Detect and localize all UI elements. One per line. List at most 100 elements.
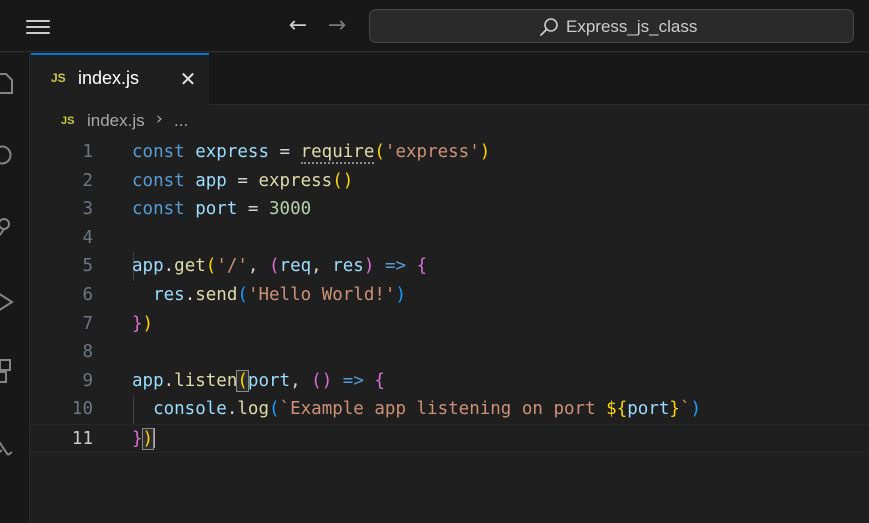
run-debug-icon[interactable] <box>0 289 14 315</box>
line-number: 8 <box>82 342 93 363</box>
code-token: express <box>195 142 269 162</box>
editor-tab-bar: JS index.js ✕ <box>31 53 869 105</box>
code-token: . <box>226 399 238 420</box>
code-text: app.listen(port, () => { <box>132 367 385 396</box>
line-number: 2 <box>82 170 93 191</box>
test-icon[interactable] <box>0 435 14 461</box>
code-token: ( <box>205 256 217 277</box>
code-text: res.send('Hello World!') <box>132 281 406 310</box>
line-number: 4 <box>82 227 93 248</box>
code-token: ${ <box>606 399 628 420</box>
activity-bar <box>0 53 30 523</box>
code-token: ) <box>142 313 154 334</box>
code-line[interactable]: 4 <box>31 224 869 253</box>
code-token: => <box>384 256 407 277</box>
text-cursor <box>153 428 156 448</box>
arrow-right-icon[interactable]: → <box>325 14 349 38</box>
code-token: = <box>226 170 259 191</box>
code-token: => <box>342 370 364 391</box>
code-token: res <box>332 256 364 277</box>
code-token: 'Hello World!' <box>247 285 396 305</box>
code-token: { <box>374 370 385 391</box>
code-token: port <box>247 370 291 391</box>
code-token: ) <box>395 285 406 305</box>
code-token: port <box>627 399 670 420</box>
code-token: res <box>153 285 185 305</box>
code-token: } <box>132 313 143 334</box>
code-text: console.log(`Example app listening on po… <box>132 395 701 424</box>
tab-index-js[interactable]: JS index.js ✕ <box>31 53 209 105</box>
breadcrumb-symbols[interactable]: ... <box>174 111 188 131</box>
code-line[interactable]: 9 app.listen(port, () => { <box>31 367 869 396</box>
command-center-search[interactable]: Express_js_class <box>369 9 854 43</box>
code-line[interactable]: 1 const express = require('express') <box>31 138 869 167</box>
code-token: ( <box>236 369 249 392</box>
code-line[interactable]: 11}) <box>31 424 869 453</box>
chevron-right-icon: › <box>156 109 163 129</box>
code-token: . <box>163 370 175 391</box>
code-token: log <box>237 399 269 420</box>
code-token: () <box>311 370 333 391</box>
explorer-icon[interactable] <box>0 69 14 95</box>
search-icon <box>540 18 558 36</box>
code-token: ) <box>479 142 491 162</box>
code-token: , <box>247 256 269 277</box>
code-line[interactable]: 6 res.send('Hello World!') <box>31 281 869 310</box>
menu-icon[interactable] <box>22 14 54 40</box>
code-line[interactable]: 5 app.get('/', (req, res) => { <box>31 252 869 281</box>
code-token: `Example app listening on port <box>279 399 607 420</box>
search-icon[interactable] <box>0 142 14 168</box>
code-token: 'express' <box>384 142 480 162</box>
tab-label: index.js <box>78 68 140 88</box>
code-token: req <box>279 256 312 277</box>
code-token: ( <box>237 285 248 305</box>
line-number: 7 <box>82 313 93 334</box>
code-text: const app = express() <box>132 167 353 196</box>
extensions-icon[interactable] <box>0 357 14 383</box>
code-token: 3000 <box>269 199 312 220</box>
code-token: ( <box>269 399 280 420</box>
code-text: const port = 3000 <box>132 195 311 224</box>
title-bar: ← → Express_js_class <box>0 0 869 52</box>
code-line[interactable]: 7}) <box>31 310 869 339</box>
code-text: app.get('/', (req, res) => { <box>132 252 427 281</box>
code-line[interactable]: 8 <box>31 338 869 367</box>
code-token: () <box>332 170 354 191</box>
code-line[interactable]: 3 const port = 3000 <box>31 195 869 224</box>
arrow-left-icon[interactable]: ← <box>286 14 310 38</box>
code-token: ` <box>679 399 691 420</box>
code-token: app <box>195 170 227 191</box>
code-token: } <box>132 429 143 449</box>
code-text: }) <box>132 425 156 454</box>
line-number: 9 <box>82 370 93 391</box>
line-number: 1 <box>82 142 93 162</box>
code-token: ( <box>374 142 385 162</box>
javascript-file-icon: JS <box>61 115 75 127</box>
code-line[interactable]: 2 const app = express() <box>31 167 869 196</box>
source-control-icon[interactable] <box>0 215 14 241</box>
code-text: const express = require('express') <box>132 138 490 167</box>
code-token: , <box>311 256 333 277</box>
code-text: }) <box>132 310 153 339</box>
line-number: 10 <box>71 399 93 420</box>
code-token: ) <box>141 428 155 450</box>
code-token: = <box>237 199 269 220</box>
close-icon[interactable]: ✕ <box>177 68 199 90</box>
line-number: 6 <box>82 285 93 305</box>
workspace-name: Express_js_class <box>566 17 698 36</box>
code-line[interactable]: 10 console.log(`Example app listening on… <box>31 395 869 424</box>
breadcrumb: JS index.js › ... <box>31 106 869 138</box>
breadcrumb-file[interactable]: index.js <box>87 111 145 131</box>
code-token: require <box>300 142 375 164</box>
code-editor[interactable]: 1 const express = require('express') 2 cons… <box>31 138 869 523</box>
code-token: const <box>132 199 185 220</box>
code-token: get <box>174 256 206 277</box>
code-token: { <box>416 256 428 277</box>
code-token: send <box>195 285 238 305</box>
code-token: ) <box>690 399 702 420</box>
